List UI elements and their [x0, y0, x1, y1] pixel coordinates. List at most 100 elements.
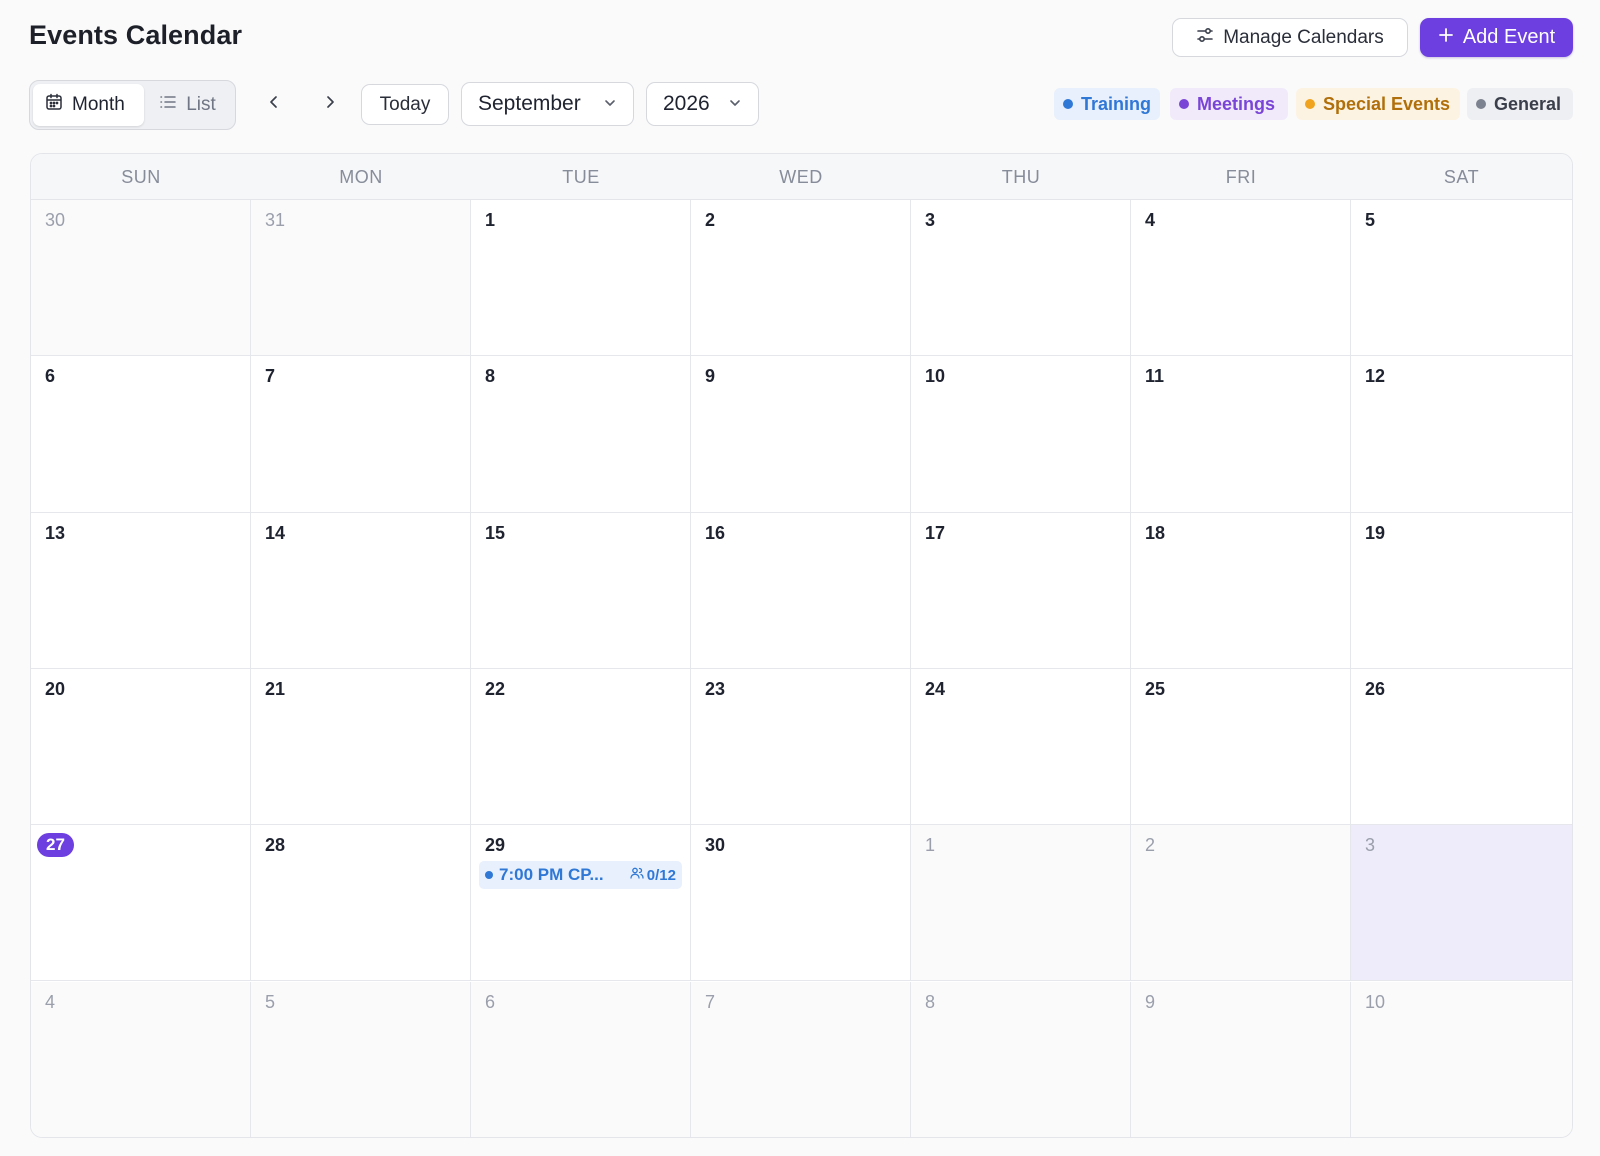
date-number: 21	[265, 678, 286, 699]
weekday-header: SUN MON TUE WED THU FRI SAT	[31, 154, 1572, 200]
add-event-label: Add Event	[1462, 26, 1556, 48]
day-cell[interactable]: 31	[251, 200, 471, 357]
day-cell[interactable]: 21	[251, 668, 471, 826]
weekday-wed: WED	[779, 166, 823, 187]
legend-dot	[1179, 99, 1189, 109]
date-number: 12	[1365, 366, 1386, 387]
day-cell[interactable]: 10	[1351, 981, 1572, 1137]
day-cell[interactable]: 2	[691, 200, 911, 357]
calendar-icon	[45, 93, 63, 117]
date-number: 7	[705, 991, 716, 1012]
date-number: 3	[925, 210, 936, 230]
manage-calendars-label: Manage Calendars	[1223, 26, 1384, 48]
chevron-left-icon	[267, 95, 281, 114]
day-cell[interactable]: 5	[1351, 200, 1572, 357]
date-number: 10	[1365, 991, 1386, 1012]
date-number: 9	[1145, 991, 1156, 1012]
date-number: 17	[925, 522, 946, 543]
month-select[interactable]: September	[461, 82, 634, 126]
legend-label: General	[1494, 93, 1562, 114]
day-cell[interactable]: 17	[911, 512, 1131, 669]
legend-label: Meetings	[1197, 93, 1276, 114]
date-number: 1	[485, 210, 496, 230]
date-number: 31	[265, 210, 286, 230]
calendar-grid: SUN MON TUE WED THU FRI SAT 30 31 1 2 3 4 5 6 7 8 9 10 11 1…	[30, 153, 1573, 1138]
day-cell[interactable]: 6	[471, 981, 691, 1137]
next-month-button[interactable]	[315, 89, 345, 119]
date-number: 6	[45, 366, 56, 387]
list-view-button[interactable]: List	[147, 84, 232, 126]
day-cell[interactable]: 14	[251, 512, 471, 669]
day-cell[interactable]: 9	[1131, 981, 1351, 1137]
day-cell[interactable]: 25	[1131, 668, 1351, 826]
event-category-dot	[485, 871, 493, 880]
weekday-mon: MON	[339, 166, 383, 187]
day-cell[interactable]: 1	[471, 200, 691, 357]
event-chip[interactable]: 7:00 PM CP... 0/12	[479, 861, 682, 890]
day-cell[interactable]: 3	[1351, 825, 1572, 982]
year-select[interactable]: 2026	[646, 82, 759, 126]
date-number: 14	[265, 522, 286, 543]
month-view-button[interactable]: Month	[33, 84, 145, 126]
day-cell[interactable]: 2	[1131, 825, 1351, 982]
day-cell[interactable]: 8	[911, 981, 1131, 1137]
day-cell[interactable]: 7	[251, 356, 471, 513]
sliders-icon	[1196, 26, 1214, 50]
legend-meetings[interactable]: Meetings	[1170, 88, 1288, 120]
event-attendance: 0/12	[630, 866, 676, 884]
day-cell[interactable]: 30	[31, 200, 251, 357]
date-number: 15	[485, 522, 506, 543]
legend-special-events[interactable]: Special Events	[1296, 88, 1460, 120]
day-cell[interactable]: 4	[31, 981, 251, 1137]
date-number: 5	[265, 991, 276, 1012]
day-cell[interactable]: 27	[31, 825, 251, 982]
month-select-value: September	[478, 92, 581, 115]
day-cell[interactable]: 9	[691, 356, 911, 513]
event-title: 7:00 PM CP...	[499, 865, 604, 885]
chevron-right-icon	[323, 95, 337, 114]
date-number: 29	[485, 835, 506, 856]
day-cell[interactable]: 24	[911, 668, 1131, 826]
legend-general[interactable]: General	[1467, 88, 1573, 120]
legend-label: Special Events	[1323, 93, 1451, 114]
manage-calendars-button[interactable]: Manage Calendars	[1172, 18, 1408, 57]
date-number: 26	[1365, 678, 1386, 699]
day-cell[interactable]: 26	[1351, 669, 1572, 826]
weekday-sun: SUN	[121, 166, 161, 187]
view-toggle: Month List	[29, 80, 236, 130]
day-cell[interactable]: 3	[911, 200, 1131, 357]
day-cell[interactable]: 12	[1351, 356, 1572, 513]
day-cell[interactable]: 23	[691, 668, 911, 826]
day-cell[interactable]: 22	[471, 668, 691, 826]
day-cell[interactable]: 18	[1131, 512, 1351, 669]
weekday-fri: FRI	[1225, 166, 1257, 187]
day-cell[interactable]: 10	[911, 356, 1131, 513]
day-cell[interactable]: 19	[1351, 513, 1572, 669]
date-number: 30	[45, 210, 66, 230]
date-number: 4	[45, 991, 56, 1012]
day-cell[interactable]: 16	[691, 512, 911, 669]
add-event-button[interactable]: Add Event	[1420, 18, 1573, 57]
day-cell[interactable]: 1	[911, 825, 1131, 982]
day-cell[interactable]: 8	[471, 356, 691, 513]
date-number: 23	[705, 678, 726, 699]
day-cell[interactable]: 11	[1131, 356, 1351, 513]
date-number: 3	[1365, 835, 1376, 856]
day-cell[interactable]: 15	[471, 512, 691, 669]
day-cell[interactable]: 7	[691, 981, 911, 1137]
legend-training[interactable]: Training	[1054, 88, 1160, 120]
today-date-number: 27	[37, 833, 74, 858]
day-cell[interactable]: 4	[1131, 200, 1351, 357]
date-number: 10	[925, 366, 946, 387]
day-cell[interactable]: 13	[31, 512, 251, 669]
date-number: 1	[925, 835, 936, 856]
day-cell[interactable]: 20	[31, 668, 251, 826]
weekday-tue: TUE	[562, 166, 600, 187]
day-cell[interactable]: 28	[251, 825, 471, 982]
day-cell[interactable]: 30	[691, 825, 911, 982]
day-cell[interactable]: 6	[31, 356, 251, 513]
previous-month-button[interactable]	[259, 89, 289, 119]
day-cell[interactable]: 29 7:00 PM CP... 0/12	[471, 825, 691, 982]
day-cell[interactable]: 5	[251, 981, 471, 1137]
today-button[interactable]: Today	[361, 84, 449, 125]
